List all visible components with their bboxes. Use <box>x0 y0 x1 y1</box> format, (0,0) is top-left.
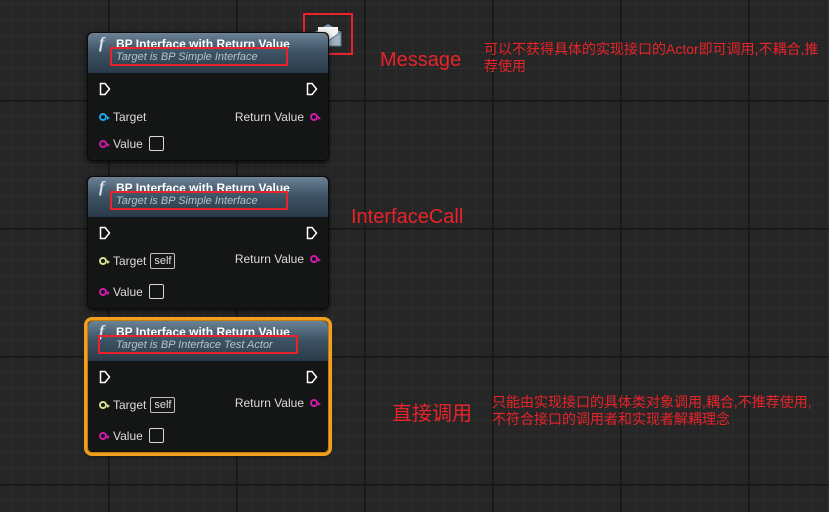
target-pin-row[interactable]: Target <box>99 110 146 124</box>
annotation-direct-call-note: 只能由实现接口的具体类对象调用,耦合,不推荐使用,不符合接口的调用者和实现者解耦… <box>492 394 812 427</box>
bool-pin-icon[interactable] <box>310 399 321 407</box>
function-f-icon: f <box>99 35 105 52</box>
return-pin-row[interactable]: Return Value <box>234 396 321 410</box>
annotation-direct-call: 直接调用 <box>392 403 472 425</box>
bool-pin-icon[interactable] <box>99 139 110 148</box>
value-label: Value <box>113 284 143 299</box>
exec-out-pin-icon[interactable] <box>306 82 318 96</box>
return-label: Return Value <box>234 396 304 410</box>
interface-pin-icon[interactable] <box>99 257 110 265</box>
annotation-message-note: 可以不获得具体的实现接口的Actor即可调用,不耦合,推荐使用 <box>484 41 819 74</box>
node-subtitle: Target is BP Simple Interface <box>116 51 258 63</box>
bool-pin-icon[interactable] <box>310 113 321 121</box>
node-direct-call[interactable]: f BP Interface with Return Value Target … <box>87 320 329 453</box>
target-pin-row[interactable]: Target self <box>99 397 176 413</box>
target-label: Target <box>113 398 147 412</box>
node-header[interactable]: f BP Interface with Return Value Target … <box>88 33 328 74</box>
exec-in-pin-icon[interactable] <box>99 226 111 240</box>
value-label: Value <box>113 428 143 443</box>
value-checkbox[interactable] <box>148 284 164 299</box>
node-header[interactable]: f BP Interface with Return Value Target … <box>88 177 328 218</box>
object-pin-icon[interactable] <box>99 113 110 121</box>
node-body: Target self Return Value Value <box>88 362 328 452</box>
interface-pin-icon[interactable] <box>99 401 110 409</box>
node-body: Target Return Value Value <box>88 74 328 160</box>
node-header[interactable]: f BP Interface with Return Value Target … <box>88 321 328 362</box>
value-checkbox[interactable] <box>148 136 164 151</box>
exec-out-pin-icon[interactable] <box>306 226 318 240</box>
return-label: Return Value <box>234 110 304 124</box>
exec-in-pin-icon[interactable] <box>99 370 111 384</box>
return-pin-row[interactable]: Return Value <box>234 252 321 266</box>
node-subtitle: Target is BP Interface Test Actor <box>116 339 273 351</box>
bool-pin-icon[interactable] <box>99 431 110 440</box>
node-subtitle: Target is BP Simple Interface <box>116 195 258 207</box>
target-label: Target <box>113 254 147 268</box>
exec-in-pin-icon[interactable] <box>99 82 111 96</box>
exec-out-pin-icon[interactable] <box>306 370 318 384</box>
bool-pin-icon[interactable] <box>99 287 110 296</box>
target-default-self[interactable]: self <box>150 397 176 413</box>
return-pin-row[interactable]: Return Value <box>234 110 321 124</box>
bool-pin-icon[interactable] <box>310 255 321 263</box>
return-label: Return Value <box>234 252 304 266</box>
value-pin-row[interactable]: Value <box>99 428 164 443</box>
value-pin-row[interactable]: Value <box>99 284 164 299</box>
value-checkbox[interactable] <box>148 428 164 443</box>
annotation-interface-call: InterfaceCall <box>351 206 464 228</box>
target-pin-row[interactable]: Target self <box>99 253 176 269</box>
node-interface-call[interactable]: f BP Interface with Return Value Target … <box>87 176 329 309</box>
target-default-self[interactable]: self <box>150 253 176 269</box>
function-f-icon: f <box>99 179 105 196</box>
value-label: Value <box>113 136 143 151</box>
target-label: Target <box>113 110 147 124</box>
node-message-call[interactable]: f BP Interface with Return Value Target … <box>87 32 329 161</box>
annotation-message: Message <box>380 49 462 71</box>
value-pin-row[interactable]: Value <box>99 136 164 151</box>
node-body: Target self Return Value Value <box>88 218 328 308</box>
